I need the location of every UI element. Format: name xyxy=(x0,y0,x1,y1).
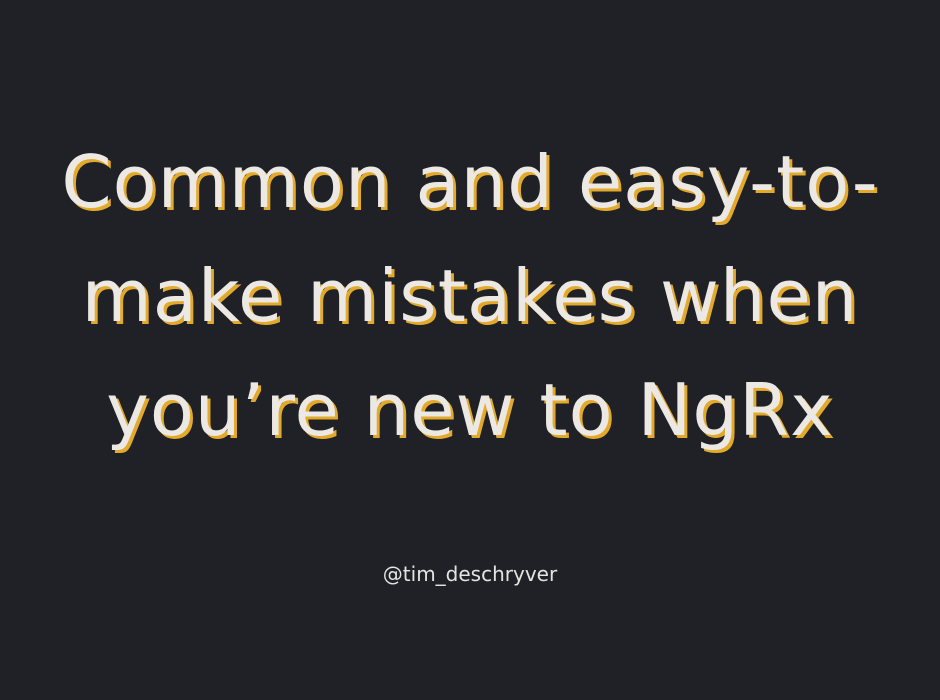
title-line-1: Common and easy-to- xyxy=(61,140,879,224)
title-slide: Common and easy-to- make mistakes when y… xyxy=(0,0,940,700)
author-handle: @tim_deschryver xyxy=(382,562,558,586)
title-line-3: you’re new to NgRx xyxy=(106,368,834,452)
title-line-2: make mistakes when xyxy=(81,254,859,338)
slide-title: Common and easy-to- make mistakes when y… xyxy=(0,125,940,467)
